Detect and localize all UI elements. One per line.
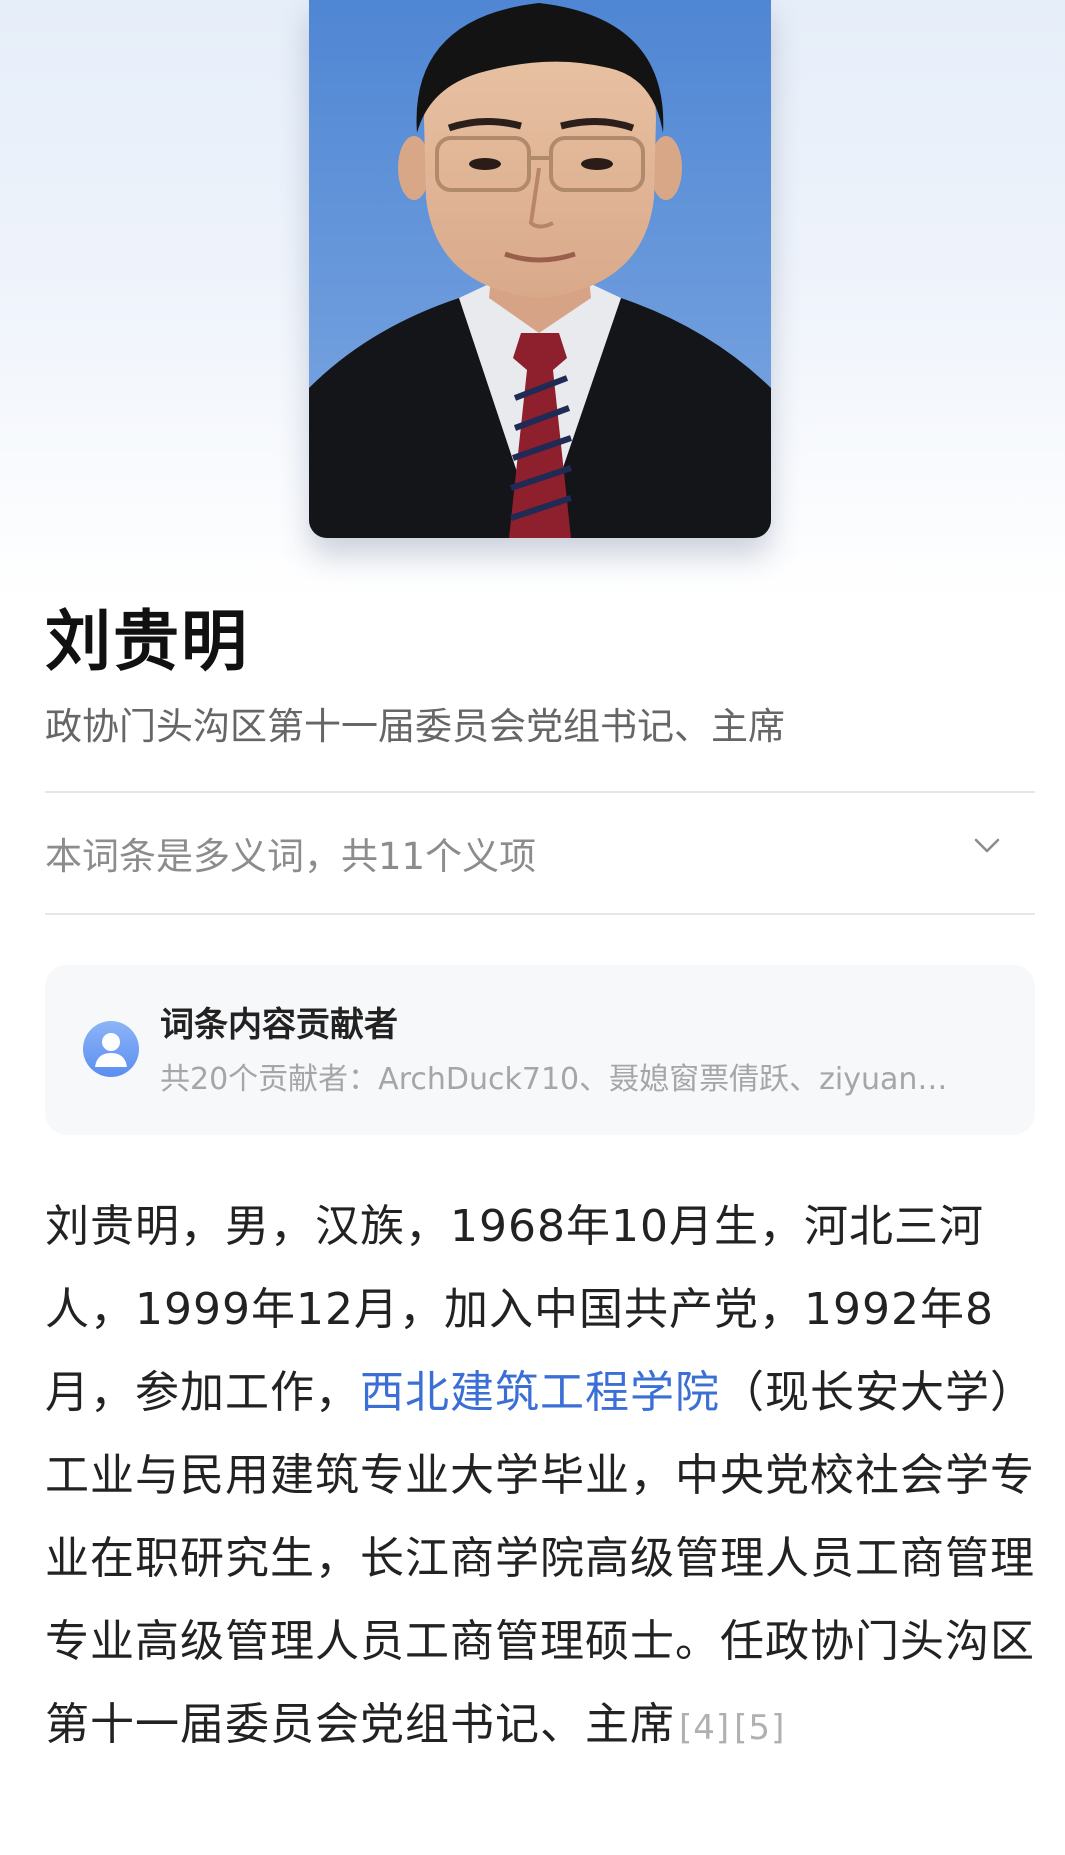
chevron-down-icon[interactable] <box>973 832 1001 860</box>
portrait-illustration <box>309 0 771 538</box>
contributors-list: 共20个贡献者：ArchDuck710、聂媳窗票倩跃、ziyuan… <box>160 1062 948 1097</box>
divider <box>45 913 1035 915</box>
portrait-photo[interactable] <box>309 0 771 538</box>
polysemy-label: 本词条是多义词，共11个义项 <box>45 835 537 878</box>
contributors-card[interactable]: 词条内容贡献者 共20个贡献者：ArchDuck710、聂媳窗票倩跃、ziyua… <box>45 965 1035 1135</box>
reference-link[interactable]: [5] <box>734 1708 785 1748</box>
user-avatar-icon <box>83 1021 139 1077</box>
polysemy-selector[interactable]: 本词条是多义词，共11个义项 <box>45 793 1035 913</box>
reference-link[interactable]: [4] <box>679 1708 730 1748</box>
page-subtitle: 政协门头沟区第十一届委员会党组书记、主席 <box>45 705 785 748</box>
bio-text: （现长安大学）工业与民用建筑专业大学毕业，中央党校社会学专业在职研究生，长江商学… <box>45 1367 1035 1750</box>
page-title: 刘贵明 <box>45 603 249 680</box>
biography-paragraph: 刘贵明，男，汉族，1968年10月生，河北三河人，1999年12月，加入中国共产… <box>45 1185 1040 1770</box>
contributors-title: 词条内容贡献者 <box>160 1005 398 1045</box>
university-link[interactable]: 西北建筑工程学院 <box>360 1367 720 1418</box>
